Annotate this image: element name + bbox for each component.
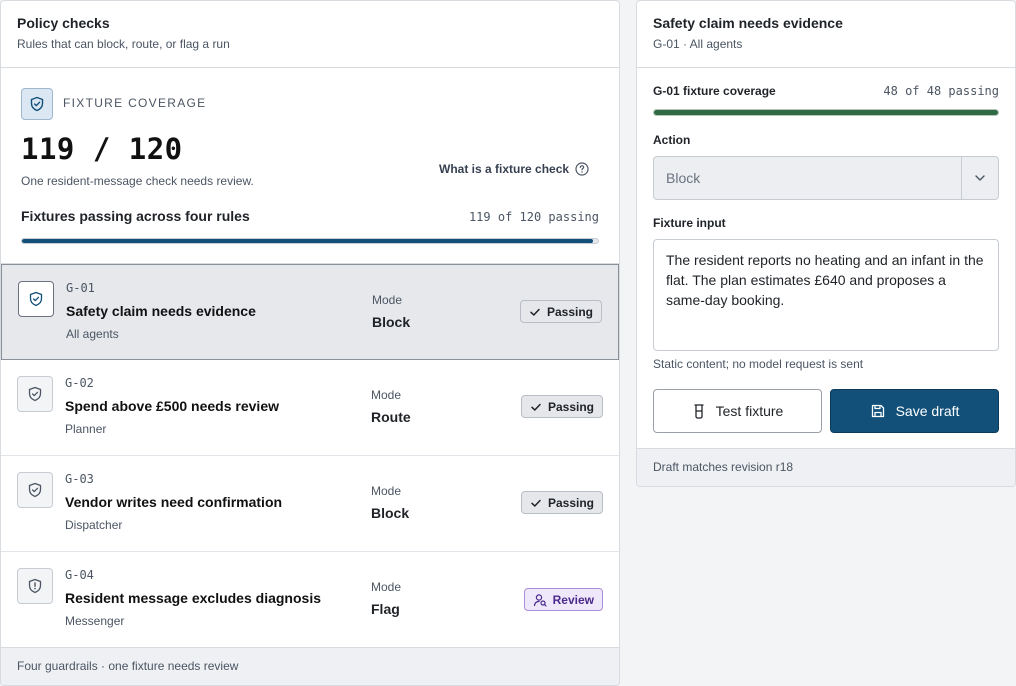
check-icon — [531, 403, 541, 411]
rule-name: Spend above £500 needs review — [65, 398, 279, 414]
rule-row[interactable]: G-03 Vendor writes need confirmation Dispa… — [1, 456, 619, 552]
shield-check-icon — [17, 472, 53, 508]
rule-detail-header: Safety claim needs evidence G-01 · All a… — [637, 1, 1015, 68]
status-badge-label: Passing — [547, 399, 594, 414]
fixture-coverage-card: FIXTURE COVERAGE 119 / 120 One resident-… — [1, 68, 619, 264]
check-icon — [530, 308, 540, 316]
rule-detail-subtitle: G-01 · All agents — [653, 37, 743, 51]
test-fixture-button[interactable]: Test fixture — [653, 389, 822, 433]
rule-mode-label: Mode — [371, 484, 402, 498]
coverage-note: One resident-message check needs review. — [21, 174, 254, 188]
policy-checks-title: Policy checks — [17, 15, 110, 31]
status-badge: Passing — [520, 395, 603, 418]
fixture-coverage-count: 48 of 48 passing — [883, 84, 999, 98]
rule-name: Vendor writes need confirmation — [65, 494, 283, 510]
beaker-icon — [693, 404, 704, 419]
rule-id: G-02 — [65, 376, 94, 390]
rule-id: G-01 — [66, 281, 95, 295]
fixture-input-label: Fixture input — [653, 216, 726, 230]
policy-checks-subtitle: Rules that can block, route, or flag a r… — [17, 37, 230, 51]
rule-mode-label: Mode — [371, 388, 402, 402]
coverage-progress-bar — [21, 238, 599, 244]
policy-checks-panel: Policy checks Rules that can block, rout… — [0, 0, 620, 686]
action-select-value: Block — [666, 170, 701, 186]
rule-detail-title: Safety claim needs evidence — [653, 15, 843, 31]
rule-mode-label: Mode — [371, 580, 402, 594]
user-review-icon — [533, 593, 547, 607]
save-draft-button[interactable]: Save draft — [830, 389, 999, 433]
action-select[interactable]: Block — [653, 156, 999, 200]
rule-mode-label: Mode — [372, 293, 403, 307]
save-icon — [871, 404, 884, 418]
rule-owner: All agents — [66, 327, 119, 341]
fixture-input-hint: Static content; no model request is sent — [653, 357, 864, 371]
shield-check-icon — [18, 281, 54, 317]
coverage-label: FIXTURE COVERAGE — [63, 96, 207, 110]
status-badge-label: Passing — [547, 495, 594, 510]
rule-name: Safety claim needs evidence — [66, 303, 256, 319]
status-badge: Review — [523, 588, 603, 611]
status-badge: Passing — [519, 300, 602, 323]
check-icon — [531, 499, 541, 507]
rule-owner: Planner — [65, 422, 107, 436]
rule-detail-body: G-01 fixture coverage 48 of 48 passing A… — [637, 68, 1015, 448]
status-badge-label: Review — [552, 592, 594, 607]
policy-checks-header: Policy checks Rules that can block, rout… — [1, 1, 619, 68]
test-fixture-label: Test fixture — [715, 403, 784, 419]
shield-alert-icon — [17, 568, 53, 604]
rule-owner: Messenger — [65, 614, 125, 628]
rule-detail-panel: Safety claim needs evidence G-01 · All a… — [636, 0, 1016, 487]
rule-mode-value: Block — [371, 505, 410, 521]
rule-mode-value: Route — [371, 409, 411, 425]
status-badge: Passing — [520, 491, 603, 514]
help-circle-icon — [575, 162, 589, 176]
coverage-progress-fill — [22, 239, 594, 243]
rule-id: G-03 — [65, 472, 94, 486]
fixture-check-help-link[interactable]: What is a fixture check — [439, 162, 589, 176]
rule-name: Resident message excludes diagnosis — [65, 590, 321, 606]
policy-checks-footer: Four guardrails · one fixture needs revi… — [1, 647, 619, 685]
rule-row[interactable]: G-01 Safety claim needs evidence All agent… — [1, 264, 619, 360]
rule-owner: Dispatcher — [65, 518, 123, 532]
help-link-label: What is a fixture check — [439, 162, 570, 176]
shield-check-icon — [17, 376, 53, 412]
fixture-progress-fill — [654, 110, 998, 115]
coverage-bar-count: 119 of 120 passing — [468, 210, 599, 224]
rule-row[interactable]: G-04 Resident message excludes diagnosis M… — [1, 552, 619, 648]
fixture-coverage-title: G-01 fixture coverage — [653, 84, 776, 98]
select-divider — [961, 157, 962, 199]
status-badge-label: Passing — [546, 304, 593, 319]
rule-id: G-04 — [65, 568, 94, 582]
rule-detail-footer: Draft matches revision r18 — [637, 448, 1015, 486]
fixture-progress-bar — [653, 109, 999, 116]
coverage-total: 119 / 120 — [21, 132, 183, 166]
shield-check-icon — [21, 88, 53, 120]
rule-row[interactable]: G-02 Spend above £500 needs review Planner… — [1, 360, 619, 456]
coverage-bar-title: Fixtures passing across four rules — [21, 208, 250, 224]
chevron-down-icon — [975, 175, 985, 181]
fixture-input-field[interactable]: The resident reports no heating and an i… — [653, 239, 999, 351]
rule-mode-value: Flag — [371, 601, 400, 617]
action-label: Action — [653, 133, 691, 147]
rule-mode-value: Block — [372, 314, 411, 330]
save-draft-label: Save draft — [895, 403, 960, 419]
